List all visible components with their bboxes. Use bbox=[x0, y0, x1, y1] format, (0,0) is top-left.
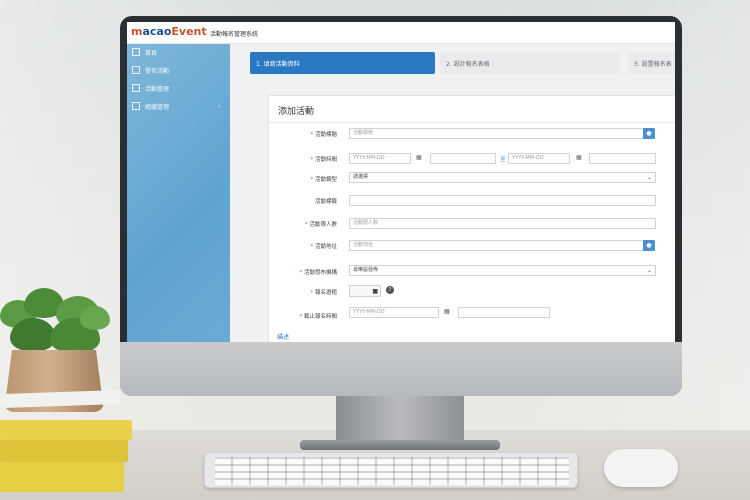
sidebar-item-label: 首頁 bbox=[145, 49, 158, 57]
org-chart-icon bbox=[132, 102, 140, 110]
label-title: * 活動標題 bbox=[310, 132, 337, 138]
sidebar-item-label: 組織管理 bbox=[145, 103, 170, 111]
location-addon-button[interactable]: ● bbox=[643, 240, 655, 251]
sidebar-item-home[interactable]: 首頁 bbox=[127, 44, 230, 60]
monitor-stand bbox=[336, 396, 464, 446]
tags-input[interactable] bbox=[349, 195, 656, 206]
chevron-left-icon: ‹ bbox=[217, 102, 220, 110]
title-input[interactable]: 活動標題 bbox=[349, 128, 645, 139]
app-header: macaoEvent 活動報名管理系統 bbox=[127, 22, 675, 44]
location-input[interactable]: 活動地址 bbox=[349, 240, 645, 251]
chevron-down-icon: ⌄ bbox=[646, 267, 652, 274]
panel-title: 添加活動 bbox=[278, 107, 315, 117]
step-wizard: 1. 填寫活動資料 2. 設計報名表格 3. 設置報名表 bbox=[230, 52, 675, 74]
app-subtitle: 活動報名管理系統 bbox=[210, 31, 259, 38]
label-color: * 報名邀粗 bbox=[310, 290, 337, 296]
calendar-icon bbox=[132, 84, 140, 92]
help-icon[interactable]: ? bbox=[386, 286, 394, 294]
label-tags: 活動標籤 bbox=[314, 199, 337, 205]
end-date-input[interactable]: YYYY-MM-DD bbox=[508, 153, 570, 164]
sidebar-item-manage[interactable]: 活動管理 bbox=[127, 80, 230, 96]
label-publisher: * 活動發布機構 bbox=[299, 270, 337, 276]
logo-icon: m bbox=[131, 25, 143, 38]
keyboard bbox=[204, 452, 578, 488]
sidebar-item-publish[interactable]: 發布活動 bbox=[127, 62, 230, 78]
description-link[interactable]: 描述 bbox=[277, 332, 289, 341]
deadline-time-input[interactable] bbox=[458, 307, 550, 318]
label-capacity: * 活動限人數 bbox=[304, 222, 337, 228]
step-2[interactable]: 2. 設計報名表格 bbox=[440, 52, 620, 74]
step-3[interactable]: 3. 設置報名表 bbox=[628, 52, 675, 74]
mouse bbox=[604, 449, 678, 487]
sidebar-item-label: 發布活動 bbox=[145, 67, 170, 75]
step-1[interactable]: 1. 填寫活動資料 bbox=[250, 52, 435, 74]
app-logo[interactable]: macaoEvent bbox=[131, 25, 207, 38]
label-location: * 活動地址 bbox=[310, 244, 337, 250]
to-label: 至 bbox=[500, 157, 506, 163]
home-icon bbox=[132, 48, 140, 56]
label-time: * 活動時間 bbox=[310, 157, 337, 163]
title-addon-button[interactable]: ● bbox=[643, 128, 655, 139]
start-time-input[interactable] bbox=[430, 153, 496, 164]
monitor-base bbox=[300, 440, 500, 450]
label-deadline: * 截止報名時間 bbox=[299, 314, 337, 320]
color-picker-button[interactable]: ■ bbox=[349, 285, 381, 297]
edit-icon bbox=[132, 66, 140, 74]
calendar-icon[interactable]: ▦ bbox=[444, 308, 450, 315]
publisher-select[interactable]: 尋樂設發佈 ⌄ bbox=[349, 265, 656, 276]
start-date-input[interactable]: YYYY-MM-DD bbox=[349, 153, 411, 164]
type-select[interactable]: 請選擇 ⌄ bbox=[349, 172, 656, 183]
color-swatch-icon: ■ bbox=[372, 288, 378, 295]
capacity-input[interactable]: 活動限人數 bbox=[349, 218, 656, 229]
sidebar-item-org[interactable]: 組織管理 ‹ bbox=[127, 98, 230, 114]
deadline-date-input[interactable]: YYYY-MM-DD bbox=[349, 307, 439, 318]
end-time-input[interactable] bbox=[589, 153, 656, 164]
chevron-down-icon: ⌄ bbox=[646, 174, 652, 181]
monitor-chin bbox=[120, 342, 682, 396]
label-type: * 活動類型 bbox=[310, 177, 337, 183]
calendar-icon[interactable]: ▦ bbox=[416, 154, 422, 161]
calendar-icon[interactable]: ▦ bbox=[576, 154, 582, 161]
sidebar: 首頁 發布活動 活動管理 組織管理 ‹ bbox=[127, 44, 230, 342]
sidebar-item-label: 活動管理 bbox=[145, 85, 170, 93]
divider bbox=[269, 122, 675, 123]
monitor-screen: macaoEvent 活動報名管理系統 首頁 發布活動 活動管理 組織管理 ‹ … bbox=[127, 22, 675, 342]
